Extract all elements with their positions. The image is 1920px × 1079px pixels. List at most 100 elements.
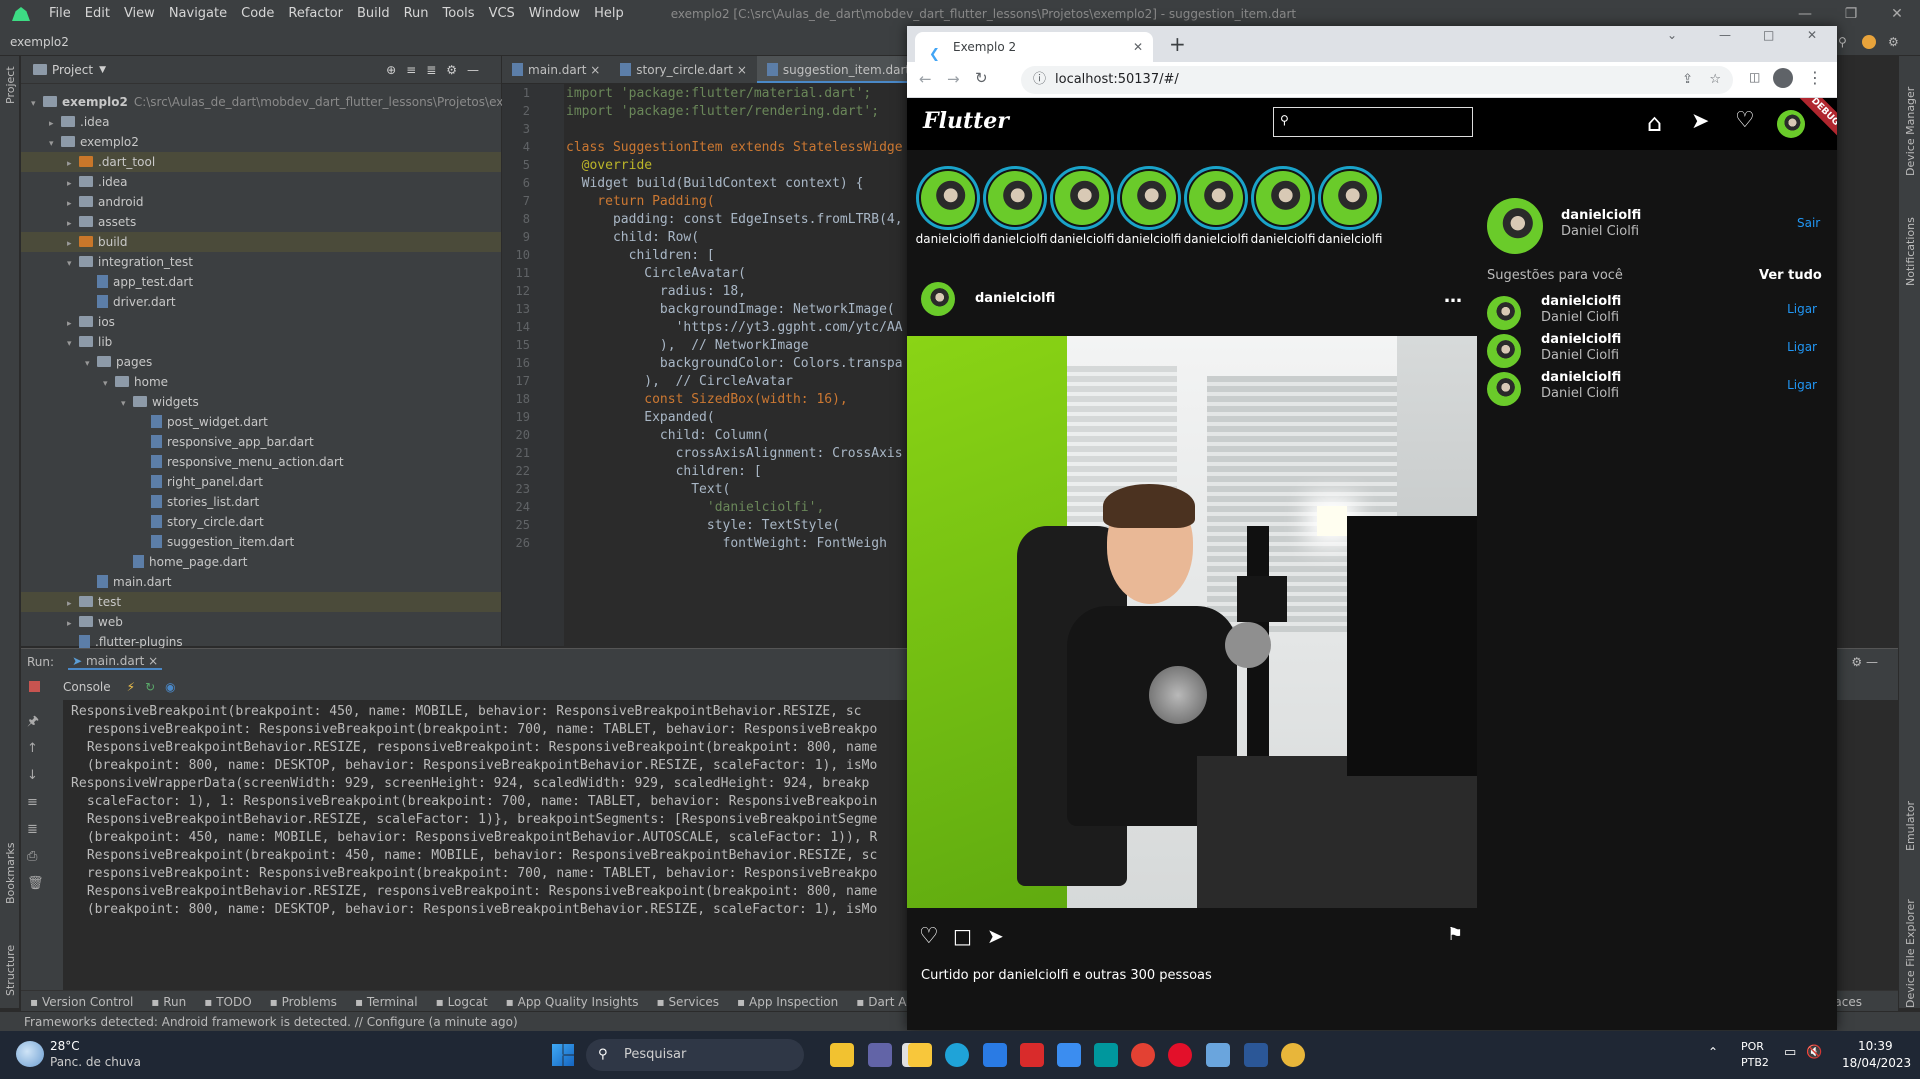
heart-icon[interactable]: ♡ [1735,108,1755,133]
tree-item[interactable]: right_panel.dart [21,472,263,492]
breadcrumb-project[interactable]: exemplo2 [10,35,69,49]
tree-item[interactable]: ▸ android [21,192,144,212]
word-icon[interactable] [1244,1043,1268,1067]
tree-item[interactable]: ▾ integration_test [21,252,193,272]
tree-item[interactable]: home_page.dart [21,552,247,572]
weather-desc[interactable]: Panc. de chuva [50,1055,141,1069]
avatar[interactable] [1487,372,1521,406]
chevron-right-icon[interactable]: ▸ [67,234,79,254]
tool-emulator[interactable]: Emulator [1904,801,1917,851]
chevron-right-icon[interactable]: ▸ [67,194,79,214]
tool-device-file-explorer[interactable]: Device File Explorer [1904,899,1917,1008]
tree-item[interactable]: responsive_app_bar.dart [21,432,314,452]
weather-icon[interactable] [16,1041,44,1067]
restore-icon[interactable]: ❐ [1828,0,1874,28]
tree-item[interactable]: ▸ build [21,232,501,252]
menu-file[interactable]: File [42,0,78,28]
tool-window-services[interactable]: ▪ Services [647,995,728,1009]
tab-story-circle-dart[interactable]: story_circle.dart × [610,56,757,83]
tool-window-run[interactable]: ▪ Run [142,995,195,1009]
profile-icon[interactable] [1773,68,1793,88]
chrome-icon[interactable] [1131,1043,1155,1067]
tool-window-todo[interactable]: ▪ TODO [195,995,260,1009]
address-bar[interactable]: ⓘ localhost:50137/#/ ⇪ ☆ [1021,66,1733,94]
story-item[interactable]: danielciolfi [980,166,1050,248]
tree-item[interactable]: ▾ exemplo2 C:\src\Aulas_de_dart\mobdev_dar… [21,92,540,112]
project-view-selector[interactable]: Project [52,63,93,77]
chevron-down-icon[interactable]: ▾ [67,254,79,274]
close-window-icon[interactable]: ✕ [1807,28,1817,42]
console-output[interactable]: ResponsiveBreakpoint(breakpoint: 450, na… [63,700,908,1000]
lexicon-app-icon[interactable] [1020,1043,1044,1067]
profile-avatar[interactable] [1487,198,1543,254]
avatar[interactable] [1777,110,1805,138]
story-item[interactable]: danielciolfi [1114,166,1184,248]
tool-structure[interactable]: Structure [4,945,17,996]
tool-window-dart-a[interactable]: ▪ Dart A [847,995,915,1009]
story-item[interactable]: danielciolfi [1315,166,1385,248]
tree-item[interactable]: ▸ ios [21,312,115,332]
run-tool-icons[interactable]: 🖈 ↑ ↓ ≡ ≣ ⎙ 🗑 [27,708,44,897]
opera-icon[interactable] [1168,1043,1192,1067]
tray-chevron-icon[interactable]: ⌃ [1708,1045,1718,1059]
settings-gear-icon[interactable]: ⚙ [1888,28,1899,56]
tree-item[interactable]: story_circle.dart [21,512,264,532]
close-tab-icon[interactable]: × [590,63,600,77]
story-item[interactable]: danielciolfi [913,166,983,248]
chevron-right-icon[interactable]: ▸ [67,154,79,174]
start-icon[interactable] [552,1044,574,1066]
avatar[interactable] [1487,334,1521,368]
menu-help[interactable]: Help [587,0,631,28]
home-icon[interactable]: ⌂ [1647,109,1662,137]
tree-item[interactable]: ▸ assets [21,212,136,232]
share-icon[interactable]: ⇪ [1682,66,1693,94]
avatar[interactable] [1487,296,1521,330]
hot-reload-icon[interactable]: ⚡ [127,680,135,694]
chevron-down-icon[interactable]: ▾ [49,134,61,154]
tool-window-app-inspection[interactable]: ▪ App Inspection [728,995,847,1009]
chevron-right-icon[interactable]: ▸ [67,174,79,194]
bookmark-star-icon[interactable]: ☆ [1709,66,1721,94]
hot-restart-icon[interactable]: ↻ [145,680,155,694]
chevron-right-icon[interactable]: ▸ [67,614,79,634]
chrome-dev-icon[interactable] [1281,1043,1305,1067]
tree-item[interactable]: app_test.dart [21,272,193,292]
menu-build[interactable]: Build [350,0,397,28]
tool-window-app-quality-insights[interactable]: ▪ App Quality Insights [497,995,648,1009]
panel-actions[interactable]: ⊕≡≣⚙— [386,63,489,77]
menu-window[interactable]: Window [522,0,587,28]
tree-item[interactable]: ▾ widgets [21,392,199,412]
volume-icon[interactable]: 🔇 [1806,1045,1822,1060]
tab-search-icon[interactable]: ⌄ [1667,28,1677,42]
chevron-down-icon[interactable]: ▾ [31,94,43,114]
devtools-icon[interactable]: ◉ [165,680,175,694]
tree-item[interactable]: stories_list.dart [21,492,259,512]
console-tab[interactable]: Console [63,680,111,694]
tree-item[interactable]: ▾ pages [21,352,152,372]
send-icon[interactable]: ➤ [1691,109,1709,134]
folder-icon[interactable] [908,1043,932,1067]
close-icon[interactable]: ✕ [1874,0,1920,28]
chevron-right-icon[interactable]: ▸ [67,594,79,614]
search-icon[interactable]: ⚲ [1838,28,1847,56]
share-icon[interactable]: ➤ [987,924,1004,948]
arduino-icon[interactable] [1094,1043,1118,1067]
close-tab-icon[interactable]: × [737,63,747,77]
clock-time[interactable]: 10:39 [1858,1039,1893,1053]
menu-vcs[interactable]: VCS [482,0,522,28]
see-all-link[interactable]: Ver tudo [1759,268,1822,283]
reload-icon[interactable]: ↻ [975,69,988,87]
status-message[interactable]: Frameworks detected: Android framework i… [24,1015,518,1029]
info-icon[interactable]: ⓘ [1033,66,1046,94]
menu-navigate[interactable]: Navigate [162,0,234,28]
connect-link[interactable]: Ligar [1787,302,1817,316]
minimize-icon[interactable]: — [1719,28,1731,42]
close-tab-icon[interactable]: ✕ [1133,32,1143,62]
lang-secondary[interactable]: PTB2 [1741,1056,1769,1069]
menu-refactor[interactable]: Refactor [281,0,350,28]
menu-run[interactable]: Run [397,0,436,28]
store-icon[interactable] [983,1043,1007,1067]
taskbar-search[interactable]: ⚲ Pesquisar [586,1039,804,1071]
code-editor[interactable]: import 'package:flutter/material.dart'; i… [564,84,907,646]
search-input[interactable]: ⚲ [1273,107,1473,137]
